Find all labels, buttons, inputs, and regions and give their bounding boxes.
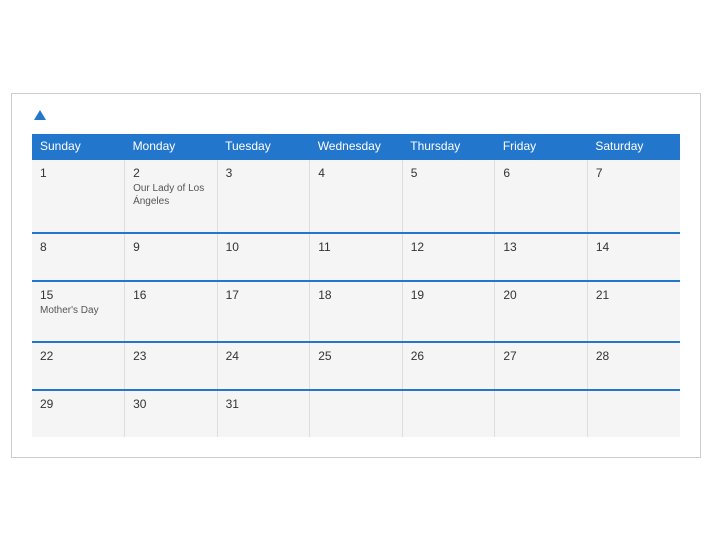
calendar-cell bbox=[495, 390, 588, 437]
day-number: 17 bbox=[226, 288, 302, 302]
calendar-header bbox=[32, 110, 680, 120]
logo-area bbox=[32, 110, 46, 120]
day-number: 10 bbox=[226, 240, 302, 254]
calendar-cell: 21 bbox=[587, 281, 680, 342]
calendar-cell bbox=[310, 390, 403, 437]
calendar-cell: 17 bbox=[217, 281, 310, 342]
day-header-monday: Monday bbox=[125, 134, 218, 159]
day-number: 15 bbox=[40, 288, 116, 302]
calendar-cell: 31 bbox=[217, 390, 310, 437]
holiday-label: Mother's Day bbox=[40, 304, 116, 317]
day-header-wednesday: Wednesday bbox=[310, 134, 403, 159]
day-number: 21 bbox=[596, 288, 672, 302]
day-number: 6 bbox=[503, 166, 579, 180]
day-number: 12 bbox=[411, 240, 487, 254]
calendar-cell: 10 bbox=[217, 233, 310, 281]
calendar-cell: 6 bbox=[495, 159, 588, 233]
day-number: 1 bbox=[40, 166, 116, 180]
day-header-saturday: Saturday bbox=[587, 134, 680, 159]
calendar-cell: 4 bbox=[310, 159, 403, 233]
calendar-cell: 25 bbox=[310, 342, 403, 390]
day-number: 7 bbox=[596, 166, 672, 180]
calendar-cell: 29 bbox=[32, 390, 125, 437]
week-row-2: 8 9 10 11 12 13 14 bbox=[32, 233, 680, 281]
calendar-cell: 28 bbox=[587, 342, 680, 390]
day-number: 23 bbox=[133, 349, 209, 363]
calendar-cell: 8 bbox=[32, 233, 125, 281]
holiday-label: Our Lady of Los Ángeles bbox=[133, 182, 209, 208]
day-number: 3 bbox=[226, 166, 302, 180]
day-number: 18 bbox=[318, 288, 394, 302]
calendar-cell: 7 bbox=[587, 159, 680, 233]
week-row-1: 1 2 Our Lady of Los Ángeles 3 4 5 6 7 bbox=[32, 159, 680, 233]
day-number: 30 bbox=[133, 397, 209, 411]
day-number: 14 bbox=[596, 240, 672, 254]
day-number: 27 bbox=[503, 349, 579, 363]
day-number: 19 bbox=[411, 288, 487, 302]
calendar-container: SundayMondayTuesdayWednesdayThursdayFrid… bbox=[11, 93, 701, 458]
day-number: 29 bbox=[40, 397, 116, 411]
header-row: SundayMondayTuesdayWednesdayThursdayFrid… bbox=[32, 134, 680, 159]
day-number: 20 bbox=[503, 288, 579, 302]
day-number: 31 bbox=[226, 397, 302, 411]
calendar-thead: SundayMondayTuesdayWednesdayThursdayFrid… bbox=[32, 134, 680, 159]
day-header-sunday: Sunday bbox=[32, 134, 125, 159]
calendar-cell: 2 Our Lady of Los Ángeles bbox=[125, 159, 218, 233]
calendar-cell: 12 bbox=[402, 233, 495, 281]
day-number: 28 bbox=[596, 349, 672, 363]
calendar-cell: 30 bbox=[125, 390, 218, 437]
day-header-friday: Friday bbox=[495, 134, 588, 159]
week-row-4: 22 23 24 25 26 27 28 bbox=[32, 342, 680, 390]
calendar-cell: 1 bbox=[32, 159, 125, 233]
day-number: 9 bbox=[133, 240, 209, 254]
calendar-cell bbox=[402, 390, 495, 437]
logo-triangle-icon bbox=[34, 110, 46, 120]
calendar-body: 12Our Lady of Los Ángeles345678910111213… bbox=[32, 159, 680, 437]
day-number: 5 bbox=[411, 166, 487, 180]
day-number: 4 bbox=[318, 166, 394, 180]
day-header-tuesday: Tuesday bbox=[217, 134, 310, 159]
calendar-cell: 20 bbox=[495, 281, 588, 342]
calendar-cell: 9 bbox=[125, 233, 218, 281]
calendar-cell bbox=[587, 390, 680, 437]
day-number: 2 bbox=[133, 166, 209, 180]
calendar-cell: 5 bbox=[402, 159, 495, 233]
calendar-cell: 23 bbox=[125, 342, 218, 390]
calendar-cell: 27 bbox=[495, 342, 588, 390]
calendar-cell: 14 bbox=[587, 233, 680, 281]
calendar-cell: 26 bbox=[402, 342, 495, 390]
calendar-cell: 3 bbox=[217, 159, 310, 233]
calendar-cell: 19 bbox=[402, 281, 495, 342]
day-number: 16 bbox=[133, 288, 209, 302]
calendar-cell: 16 bbox=[125, 281, 218, 342]
day-number: 26 bbox=[411, 349, 487, 363]
calendar-cell: 13 bbox=[495, 233, 588, 281]
calendar-cell: 22 bbox=[32, 342, 125, 390]
day-number: 24 bbox=[226, 349, 302, 363]
week-row-5: 29 30 31 bbox=[32, 390, 680, 437]
calendar-cell: 18 bbox=[310, 281, 403, 342]
calendar-cell: 15 Mother's Day bbox=[32, 281, 125, 342]
calendar-cell: 24 bbox=[217, 342, 310, 390]
week-row-3: 15 Mother's Day 16 17 18 19 20 21 bbox=[32, 281, 680, 342]
day-number: 11 bbox=[318, 240, 394, 254]
day-number: 25 bbox=[318, 349, 394, 363]
day-header-thursday: Thursday bbox=[402, 134, 495, 159]
day-number: 22 bbox=[40, 349, 116, 363]
calendar-table: SundayMondayTuesdayWednesdayThursdayFrid… bbox=[32, 134, 680, 437]
day-number: 13 bbox=[503, 240, 579, 254]
calendar-cell: 11 bbox=[310, 233, 403, 281]
day-number: 8 bbox=[40, 240, 116, 254]
